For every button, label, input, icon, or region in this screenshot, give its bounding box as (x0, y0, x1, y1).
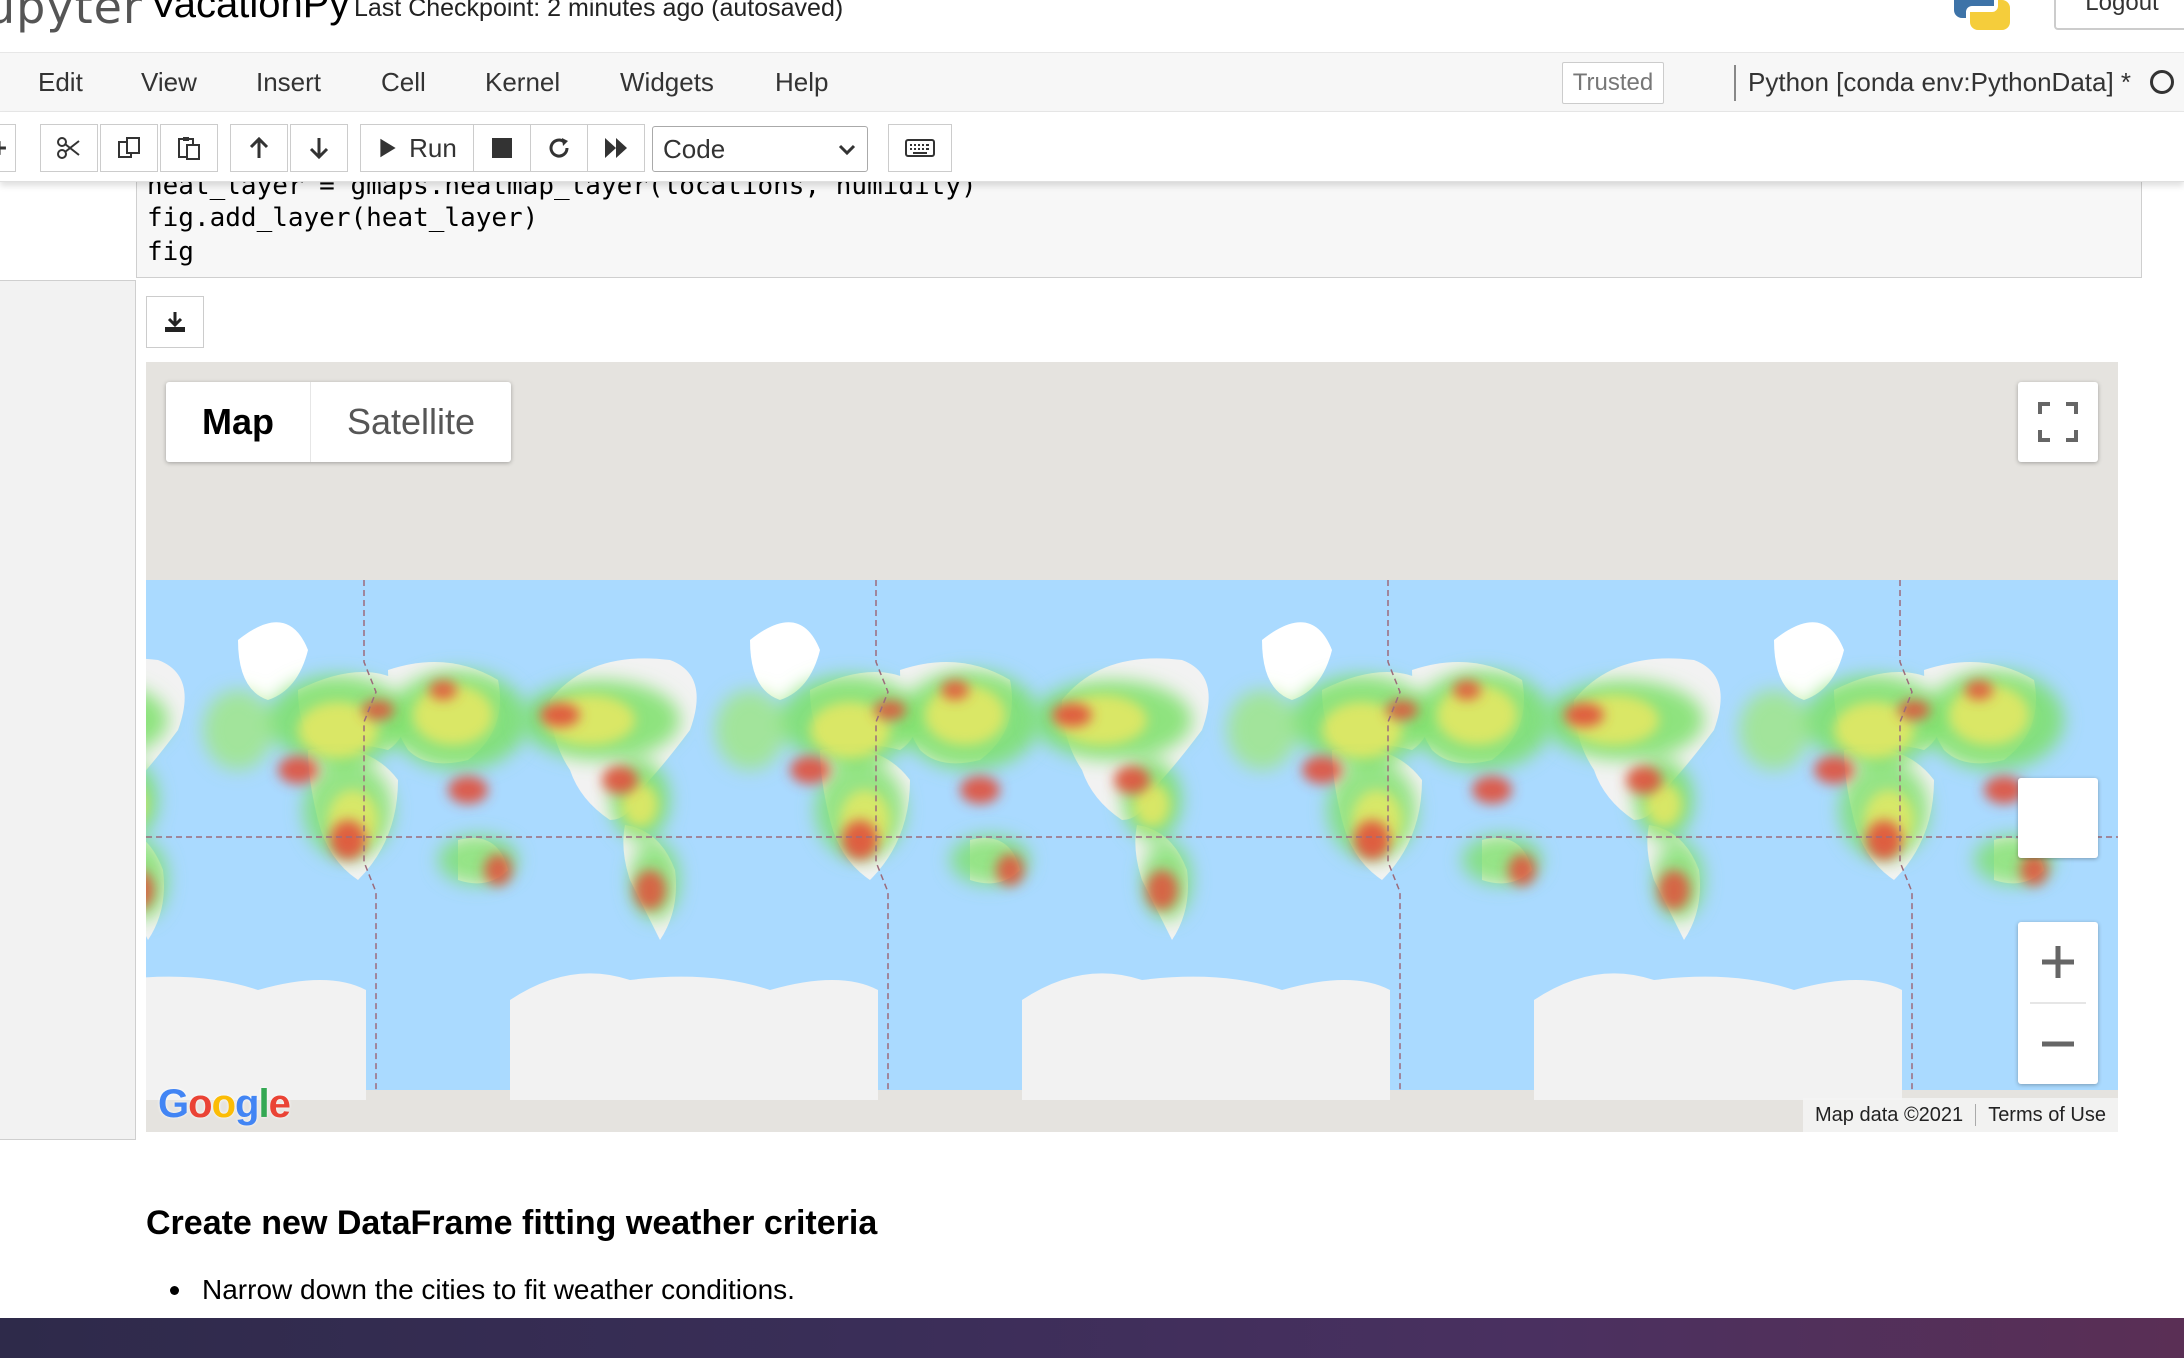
arrow-down-icon (309, 138, 329, 160)
cut-button[interactable] (40, 124, 98, 172)
zoom-control (2018, 922, 2098, 1084)
fast-forward-icon (605, 138, 627, 158)
trusted-badge[interactable]: Trusted (1562, 62, 1664, 104)
restart-icon (549, 138, 569, 158)
bullet-icon (170, 1286, 179, 1295)
list-item: Narrow down the cities to fit weather co… (202, 1274, 795, 1305)
satellite-button[interactable]: Satellite (311, 382, 511, 462)
notebook-toolbar: Run Code (0, 112, 2184, 182)
google-logo[interactable]: Google (158, 1082, 291, 1127)
run-label: Run (409, 132, 457, 163)
zoom-in-button[interactable] (2018, 922, 2098, 1002)
paste-icon (178, 137, 200, 160)
google-map-widget[interactable]: Map Satellite Google Map data ©2021 Term… (146, 362, 2118, 1132)
map-type-control: Map Satellite (166, 382, 512, 462)
restart-run-all-button[interactable] (587, 124, 645, 172)
cut-icon (57, 137, 80, 159)
kernel-divider (1734, 65, 1736, 101)
desktop-background-strip (0, 1318, 2184, 1358)
google-letter: e (268, 1082, 291, 1126)
command-palette-button[interactable] (888, 124, 952, 172)
menu-widgets[interactable]: Widgets (620, 67, 714, 98)
kernel-idle-indicator-icon (2150, 70, 2174, 94)
map-data-text[interactable]: Map data ©2021 (1803, 1104, 1975, 1127)
google-letter: g (235, 1082, 259, 1126)
menu-insert[interactable]: Insert (256, 67, 321, 98)
keyboard-icon (905, 139, 935, 157)
copy-button[interactable] (100, 124, 158, 172)
interrupt-button[interactable] (473, 124, 531, 172)
google-letter: l (258, 1082, 269, 1126)
code-line: fig.add_layer(heat_layer) (147, 203, 539, 233)
fullscreen-button[interactable] (2018, 382, 2098, 462)
insert-cell-button[interactable] (0, 124, 16, 172)
kernel-name[interactable]: Python [conda env:PythonData] * (1748, 67, 2131, 98)
plus-icon (0, 141, 6, 155)
play-icon (380, 138, 396, 158)
move-up-button[interactable] (230, 124, 288, 172)
restart-button[interactable] (530, 124, 588, 172)
copy-icon (118, 137, 140, 158)
menu-cell[interactable]: Cell (381, 67, 426, 98)
jupyter-logo[interactable]: upyter (0, 0, 143, 34)
map-button[interactable]: Map (166, 382, 311, 462)
menu-edit[interactable]: Edit (38, 67, 83, 98)
output-prompt-area (0, 280, 136, 1140)
checkpoint-status: Last Checkpoint: 2 minutes ago (autosave… (354, 0, 844, 22)
zoom-out-button[interactable] (2018, 1004, 2098, 1084)
chevron-down-icon (838, 144, 856, 156)
fullscreen-icon (2038, 402, 2078, 442)
menu-bar: Edit View Insert Cell Kernel Widgets Hel… (0, 52, 2184, 112)
map-attribution: Map data ©2021 Terms of Use (1803, 1098, 2118, 1132)
menu-kernel[interactable]: Kernel (485, 67, 560, 98)
logout-button[interactable]: Logout (2054, 0, 2184, 30)
google-letter: o (188, 1082, 212, 1126)
stop-icon (492, 138, 512, 158)
notebook-title[interactable]: VacationPy (150, 0, 349, 27)
run-button[interactable]: Run (360, 124, 474, 172)
markdown-heading: Create new DataFrame fitting weather cri… (146, 1204, 878, 1242)
cell-type-select[interactable]: Code (652, 126, 868, 172)
google-letter: o (211, 1082, 236, 1126)
download-button[interactable] (146, 296, 204, 348)
street-view-control[interactable] (2018, 778, 2098, 858)
heatmap-world-map[interactable] (146, 362, 2118, 1132)
paste-button[interactable] (160, 124, 218, 172)
notebook-header: upyter VacationPy Last Checkpoint: 2 min… (0, 0, 2184, 52)
minus-icon (2042, 1041, 2074, 1047)
download-icon (165, 312, 185, 332)
google-letter: G (158, 1082, 189, 1126)
arrow-up-icon (249, 136, 269, 158)
code-line: fig (147, 237, 194, 267)
move-down-button[interactable] (290, 124, 348, 172)
python-logo-icon (1954, 0, 2010, 30)
terms-of-use-link[interactable]: Terms of Use (1976, 1104, 2118, 1127)
plus-icon (2042, 946, 2074, 978)
menu-view[interactable]: View (141, 67, 197, 98)
cell-type-value: Code (663, 134, 726, 164)
menu-help[interactable]: Help (775, 67, 828, 98)
